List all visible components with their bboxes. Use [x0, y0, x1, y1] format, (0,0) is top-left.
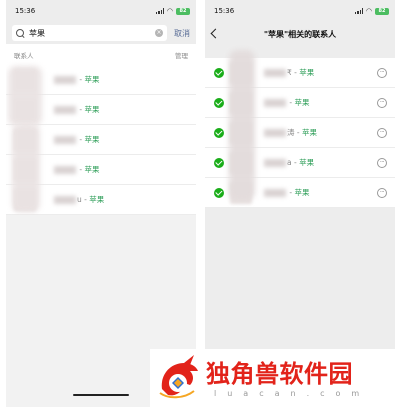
contact-tag: 苹果: [84, 135, 100, 144]
name-redacted: [264, 129, 286, 137]
contact-tag: 苹果: [301, 128, 317, 137]
wifi-icon: ◠: [365, 6, 372, 15]
signal-icon: [156, 8, 164, 14]
wifi-icon: ◠: [166, 6, 173, 15]
check-icon[interactable]: [214, 67, 224, 78]
watermark-title: 独角兽软件园: [206, 358, 353, 388]
check-icon[interactable]: [214, 157, 224, 168]
check-icon[interactable]: [214, 127, 224, 138]
status-bar: 15:36 ◠ 82: [6, 0, 196, 22]
check-icon[interactable]: [214, 187, 224, 198]
name-redacted: [54, 166, 76, 174]
back-icon[interactable]: [210, 28, 221, 39]
battery-icon: 82: [176, 7, 190, 15]
name-redacted: [54, 196, 76, 204]
contact-tag: 苹果: [84, 165, 100, 174]
contact-name: 涛: [287, 128, 295, 137]
battery-icon: 82: [375, 7, 389, 15]
status-bar: 15:36 ◠ 82: [205, 0, 395, 22]
status-time: 15:36: [214, 7, 235, 15]
more-icon[interactable]: ···: [377, 157, 387, 168]
more-icon[interactable]: ···: [377, 97, 387, 108]
more-icon[interactable]: ···: [377, 67, 387, 78]
name-redacted: [54, 106, 76, 114]
search-screen: 15:36 ◠ 82 苹果 × 取消 联系人 管理 - 苹果 - 苹果 - 苹果: [6, 0, 196, 407]
contact-tag: 苹果: [89, 195, 105, 204]
more-icon[interactable]: ···: [377, 187, 387, 198]
check-icon[interactable]: [214, 97, 224, 108]
name-redacted: [264, 69, 286, 77]
search-input[interactable]: 苹果 ×: [12, 25, 167, 41]
contact-tag: 苹果: [294, 98, 310, 107]
privacy-blur: [8, 66, 42, 126]
unicorn-logo: [159, 355, 198, 399]
section-label: 联系人: [14, 51, 34, 60]
home-indicator[interactable]: [73, 394, 129, 396]
contact-tag: 苹果: [84, 75, 100, 84]
manage-button[interactable]: 管理: [175, 50, 188, 60]
search-icon: [16, 28, 25, 38]
name-redacted: [264, 189, 286, 197]
name-redacted: [264, 159, 286, 167]
contact-tag: 苹果: [294, 188, 310, 197]
related-contacts-screen: 15:36 ◠ 82 "苹果"相关的联系人 ₹ - 苹果 ··· - 苹果 ··…: [205, 0, 395, 407]
watermark-subtitle: luacan.com: [214, 388, 371, 398]
clear-icon[interactable]: ×: [155, 29, 163, 37]
search-value[interactable]: 苹果: [29, 28, 155, 39]
name-redacted: [54, 136, 76, 144]
page-title: "苹果"相关的联系人: [263, 29, 337, 39]
contact-tag: 苹果: [84, 105, 100, 114]
section-header: 联系人 管理: [6, 44, 196, 65]
contact-tag: 苹果: [299, 68, 315, 77]
name-redacted: [54, 76, 76, 84]
status-time: 15:36: [15, 7, 36, 15]
signal-icon: [355, 8, 363, 14]
contact-tag: 苹果: [299, 158, 315, 167]
privacy-blur: [229, 50, 255, 200]
watermark: 独角兽软件园 luacan.com: [150, 349, 400, 407]
search-bar: 苹果 × 取消: [6, 22, 196, 44]
privacy-blur: [12, 124, 40, 212]
more-icon[interactable]: ···: [377, 127, 387, 138]
cancel-button[interactable]: 取消: [174, 28, 190, 39]
nav-bar: "苹果"相关的联系人: [205, 22, 395, 46]
name-redacted: [264, 99, 286, 107]
